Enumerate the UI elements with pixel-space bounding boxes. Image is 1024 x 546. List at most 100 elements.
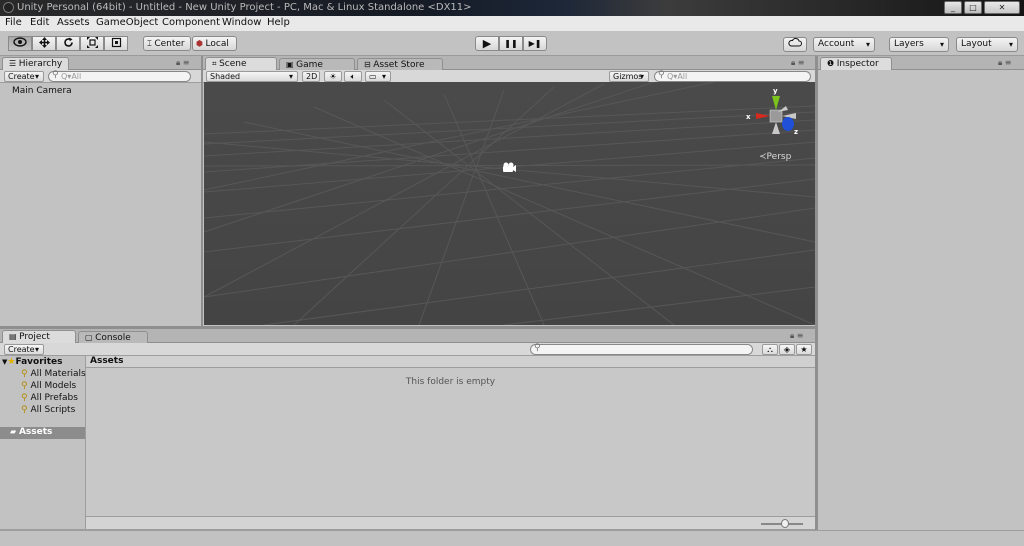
effects-dropdown[interactable]: ▭	[365, 71, 391, 82]
audio-toggle[interactable]: 🔈︎	[344, 71, 362, 82]
hierarchy-create-button[interactable]: Create	[4, 71, 44, 82]
close-button[interactable]: ✕	[984, 1, 1020, 14]
play-button[interactable]: ▶	[475, 36, 499, 51]
unity-logo-icon	[3, 2, 14, 13]
filter-label-button[interactable]: ◈	[779, 344, 795, 355]
asset-store-tab-label: Asset Store	[373, 60, 425, 70]
menu-file[interactable]: File	[5, 17, 22, 28]
main-toolbar: ⌶ Center ⬢ Local ▶ ❚❚ ▶❚ Account Layers …	[0, 31, 1024, 56]
inspector-lock-icon[interactable]: 🔒︎ ≡	[998, 58, 1012, 68]
title-bar: Unity Personal (64bit) - Untitled - New …	[0, 0, 1024, 16]
rect-icon	[111, 37, 121, 48]
menu-help[interactable]: Help	[267, 17, 290, 28]
icon-size-slider-handle[interactable]	[781, 519, 789, 528]
folder-icon: ▰	[10, 427, 19, 436]
favorite-label: All Materials	[30, 369, 86, 379]
hierarchy-icon: ☰	[9, 59, 19, 68]
tab-hierarchy[interactable]: ☰ Hierarchy	[2, 57, 70, 70]
menu-edit[interactable]: Edit	[30, 17, 49, 28]
favorite-label: All Scripts	[30, 405, 76, 415]
2d-toggle[interactable]: 2D	[302, 71, 320, 82]
projection-toggle[interactable]: ≺Persp	[759, 152, 791, 162]
favorite-item-all-scripts[interactable]: ⚲ All Scripts	[21, 405, 75, 415]
hierarchy-tabstrip: ☰ Hierarchy 🔒︎ ≡	[0, 56, 201, 70]
game-tab-label: Game	[296, 60, 323, 70]
filter-type-button[interactable]: ⛬	[762, 344, 778, 355]
search-icon: ⚲	[21, 405, 28, 415]
tab-game[interactable]: ▣ Game	[279, 58, 355, 70]
search-icon: ⚲	[21, 393, 28, 403]
search-icon: ⚲	[21, 369, 28, 379]
console-tab-label: Console	[95, 333, 131, 343]
hand-tool-button[interactable]	[8, 36, 32, 51]
scale-tool-button[interactable]	[80, 36, 104, 51]
tab-asset-store[interactable]: ⊟ Asset Store	[357, 58, 443, 70]
assets-grid[interactable]: This folder is empty	[86, 368, 815, 516]
orientation-gizmo[interactable]: y x z	[744, 86, 804, 142]
project-create-button[interactable]: Create	[4, 344, 44, 355]
project-sidebar: ▼★Favorites ⚲ All Materials ⚲ All Models…	[0, 356, 86, 534]
window-title: Unity Personal (64bit) - Untitled - New …	[17, 2, 472, 13]
scene-tabstrip: ⌗ Scene ▣ Game ⊟ Asset Store 🔒︎ ≡	[203, 56, 815, 70]
scene-lock-icon[interactable]: 🔒︎ ≡	[791, 58, 805, 68]
hierarchy-search-input[interactable]: Q▾All	[48, 71, 191, 82]
tag-icon: ◈	[783, 345, 791, 354]
project-tab-label: Project	[19, 332, 50, 342]
star-icon: ★	[800, 345, 808, 354]
axis-label-z: z	[794, 128, 798, 136]
tab-project[interactable]: ▤ Project	[2, 330, 76, 343]
cloud-button[interactable]	[783, 37, 807, 52]
project-search-input[interactable]	[530, 344, 753, 355]
project-lock-icon[interactable]: 🔒︎ ≡	[790, 331, 804, 341]
rect-tool-button[interactable]	[104, 36, 128, 51]
tab-scene[interactable]: ⌗ Scene	[205, 57, 277, 70]
favorites-header[interactable]: ▼★Favorites	[2, 357, 63, 367]
rotate-tool-button[interactable]	[56, 36, 80, 51]
hierarchy-panel	[0, 56, 201, 326]
scale-icon	[86, 37, 98, 48]
axis-label-x: x	[746, 113, 751, 121]
inspector-tabstrip: ❶ Inspector 🔒︎ ≡	[818, 56, 1024, 70]
tab-console[interactable]: ▢ Console	[78, 331, 148, 343]
menu-assets[interactable]: Assets	[57, 17, 90, 28]
step-button[interactable]: ▶❚	[523, 36, 547, 51]
scene-search-input[interactable]: Q▾All	[654, 71, 811, 82]
account-dropdown[interactable]: Account	[813, 37, 875, 52]
pivot-mode-button[interactable]: ⌶ Center	[143, 36, 191, 51]
move-tool-button[interactable]	[32, 36, 56, 51]
hierarchy-item-main-camera[interactable]: Main Camera	[12, 86, 72, 96]
menu-bar: File Edit Assets GameObject Component Wi…	[0, 16, 1024, 31]
project-icon: ▤	[9, 332, 20, 341]
minimize-button[interactable]: _	[944, 1, 962, 14]
filter-type-icon: ⛬	[767, 345, 773, 354]
favorite-button[interactable]: ★	[796, 344, 812, 355]
menu-window[interactable]: Window	[222, 17, 261, 28]
maximize-button[interactable]: □	[964, 1, 982, 14]
rotate-icon	[63, 37, 73, 47]
layout-dropdown[interactable]: Layout	[956, 37, 1018, 52]
gizmos-dropdown[interactable]: Gizmos	[609, 71, 649, 82]
menu-component[interactable]: Component	[162, 17, 220, 28]
shading-mode-dropdown[interactable]: Shaded	[206, 71, 298, 82]
sidebar-item-assets[interactable]: ▰ Assets	[0, 427, 85, 439]
pivot-label: Center	[154, 39, 185, 49]
console-icon: ▢	[85, 333, 96, 342]
panel-lock-icon[interactable]: 🔒︎ ≡	[176, 58, 190, 68]
favorite-item-all-models[interactable]: ⚲ All Models	[21, 381, 76, 391]
pivot-space-button[interactable]: ⬢ Local	[192, 36, 237, 51]
layers-dropdown[interactable]: Layers	[889, 37, 949, 52]
project-footer	[86, 516, 815, 530]
menu-gameobject[interactable]: GameObject	[96, 17, 158, 28]
favorites-label: Favorites	[15, 357, 63, 367]
assets-folder-label: Assets	[18, 427, 53, 437]
panel-divider[interactable]	[201, 56, 203, 326]
favorite-item-all-materials[interactable]: ⚲ All Materials	[21, 369, 86, 379]
pause-button[interactable]: ❚❚	[499, 36, 523, 51]
scene-viewport[interactable]: y x z ≺Persp	[204, 82, 815, 325]
breadcrumb[interactable]: Assets	[86, 356, 815, 368]
asset-store-icon: ⊟	[364, 60, 374, 69]
favorite-item-all-prefabs[interactable]: ⚲ All Prefabs	[21, 393, 78, 403]
tab-inspector[interactable]: ❶ Inspector	[820, 57, 892, 70]
speaker-icon: 🔈︎	[350, 72, 356, 81]
lighting-toggle[interactable]: ☀	[324, 71, 342, 82]
